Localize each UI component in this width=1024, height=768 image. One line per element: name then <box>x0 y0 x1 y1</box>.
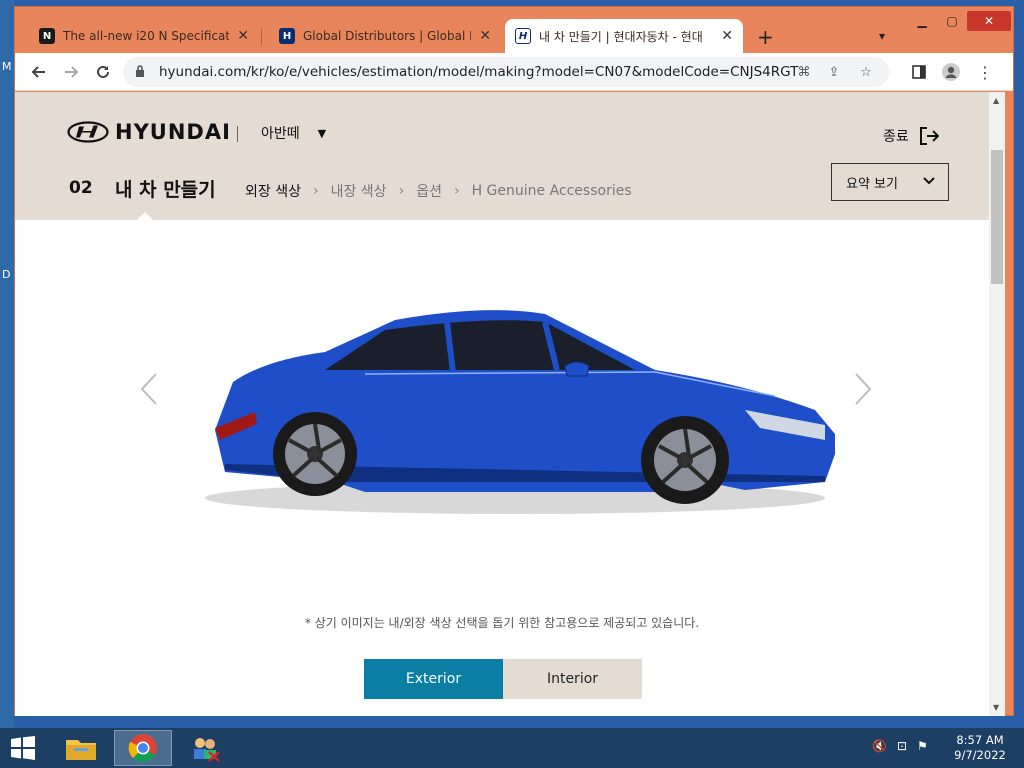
minimize-button[interactable]: ▁ <box>911 11 933 31</box>
exit-button[interactable]: 종료 <box>883 126 939 146</box>
windows-taskbar: 🔇 ⊡ ⚑ 8:57 AM 9/7/2022 <box>0 728 1024 768</box>
hyundai-logo[interactable]: HYUNDAI <box>67 120 231 144</box>
maximize-button[interactable]: ▢ <box>941 11 963 31</box>
network-icon[interactable]: ⊡ <box>897 739 907 753</box>
tab-i20-specs[interactable]: N The all-new i20 N Specifications ✕ <box>29 19 259 53</box>
hyundai-logo-icon: H <box>279 28 295 44</box>
close-tab-icon[interactable]: ✕ <box>479 28 491 44</box>
volume-muted-icon[interactable]: 🔇 <box>872 739 887 753</box>
caret-down-icon: ▼ <box>317 126 327 140</box>
breadcrumb: 외장 색상 › 내장 색상 › 옵션 › H Genuine Accessori… <box>245 181 632 201</box>
scrollbar-thumb[interactable] <box>991 150 1003 284</box>
n-logo-icon: N <box>39 28 55 44</box>
car-image <box>205 310 835 514</box>
web-page: HYUNDAI 아반떼 ▼ 종료 02 내 차 만들기 외장 색상 › 내장 색… <box>15 92 989 716</box>
divider <box>237 126 238 142</box>
clock-time: 8:57 AM <box>956 733 1004 747</box>
share-icon[interactable]: ⇪ <box>825 63 843 81</box>
address-bar[interactable]: hyundai.com/kr/ko/e/vehicles/estimation/… <box>123 57 889 87</box>
system-tray: 🔇 ⊡ ⚑ <box>872 739 928 753</box>
summary-view-button[interactable]: 요약 보기 <box>831 163 949 201</box>
new-tab-button[interactable]: + <box>757 25 774 49</box>
reload-icon[interactable] <box>93 62 113 82</box>
crumb-exterior-color[interactable]: 외장 색상 <box>245 181 301 201</box>
system-clock[interactable]: 8:57 AM 9/7/2022 <box>950 733 1010 763</box>
step-indicator-notch <box>136 212 154 221</box>
bookmark-star-icon[interactable]: ☆ <box>857 63 875 81</box>
lock-icon <box>136 65 144 77</box>
tab-search-chevron-icon[interactable]: ▾ <box>879 29 885 43</box>
tab-exterior[interactable]: Exterior <box>364 659 503 699</box>
hyundai-emblem-icon <box>67 121 109 143</box>
next-arrow-icon[interactable] <box>853 372 873 406</box>
translate-icon[interactable]: ⌘ <box>795 63 813 81</box>
network-users-icon[interactable] <box>176 730 234 766</box>
desktop-icon-label: M <box>2 60 12 73</box>
hyundai-logo-icon: H <box>515 28 531 44</box>
chevron-right-icon: › <box>453 183 460 199</box>
step-title: 내 차 만들기 <box>115 179 216 201</box>
tab-global-distributors[interactable]: H Global Distributors | Global Hyun ✕ <box>269 19 501 53</box>
clock-date: 9/7/2022 <box>954 748 1006 762</box>
tab-strip: N The all-new i20 N Specifications ✕ H G… <box>15 7 1013 53</box>
step-number: 02 <box>69 178 93 198</box>
previous-arrow-icon[interactable] <box>139 372 159 406</box>
page-scrollbar[interactable]: ▲ ▼ <box>989 92 1005 716</box>
chevron-right-icon: › <box>312 183 319 199</box>
desktop-background: M D <box>0 0 14 728</box>
tab-interior[interactable]: Interior <box>503 659 642 699</box>
action-center-flag-icon[interactable]: ⚑ <box>917 739 928 753</box>
scroll-up-icon[interactable]: ▲ <box>993 96 999 105</box>
scroll-down-icon[interactable]: ▼ <box>993 703 999 712</box>
model-name: 아반떼 <box>261 126 300 142</box>
desktop-icon-label: D <box>2 268 11 281</box>
chevron-right-icon: › <box>398 183 405 199</box>
chevron-down-icon <box>923 177 935 185</box>
close-window-button[interactable]: ✕ <box>967 11 1011 31</box>
summary-label: 요약 보기 <box>846 176 898 192</box>
tab-separator <box>261 29 262 45</box>
forward-arrow-icon[interactable] <box>61 62 81 82</box>
model-dropdown[interactable]: 아반떼 ▼ <box>261 123 326 143</box>
profile-avatar-icon[interactable] <box>941 62 961 82</box>
front-wheel <box>641 416 729 504</box>
image-disclaimer: * 상기 이미지는 내/외장 색상 선택을 돕기 위한 참고용으로 제공되고 있… <box>304 616 700 630</box>
tab-title: The all-new i20 N Specifications <box>63 29 230 43</box>
close-tab-icon[interactable]: ✕ <box>237 28 249 44</box>
file-explorer-icon[interactable] <box>52 730 110 766</box>
brand-wordmark: HYUNDAI <box>115 120 231 144</box>
url-text[interactable]: hyundai.com/kr/ko/e/vehicles/estimation/… <box>159 64 799 80</box>
tab-title: Global Distributors | Global Hyun <box>303 29 471 43</box>
rear-wheel <box>273 412 357 496</box>
menu-kebab-icon[interactable]: ⋮ <box>975 62 995 82</box>
crumb-options[interactable]: 옵션 <box>416 181 442 201</box>
crumb-interior-color[interactable]: 내장 색상 <box>331 181 387 201</box>
configurator-header: HYUNDAI 아반떼 ▼ 종료 02 내 차 만들기 외장 색상 › 내장 색… <box>15 92 989 221</box>
browser-toolbar: hyundai.com/kr/ko/e/vehicles/estimation/… <box>15 53 1013 91</box>
back-arrow-icon[interactable] <box>29 62 49 82</box>
tab-build-my-car[interactable]: H 내 차 만들기 | 현대자동차 - 현대 ✕ <box>505 19 743 53</box>
crumb-accessories[interactable]: H Genuine Accessories <box>472 183 632 199</box>
browser-window: N The all-new i20 N Specifications ✕ H G… <box>14 6 1014 716</box>
chrome-icon[interactable] <box>114 730 172 766</box>
logout-icon <box>919 127 939 145</box>
exit-label: 종료 <box>883 129 909 145</box>
close-tab-icon[interactable]: ✕ <box>721 28 733 44</box>
windows-start-icon[interactable] <box>10 736 36 760</box>
tab-title: 내 차 만들기 | 현대자동차 - 현대 <box>539 29 703 44</box>
side-panel-icon[interactable] <box>909 62 929 82</box>
